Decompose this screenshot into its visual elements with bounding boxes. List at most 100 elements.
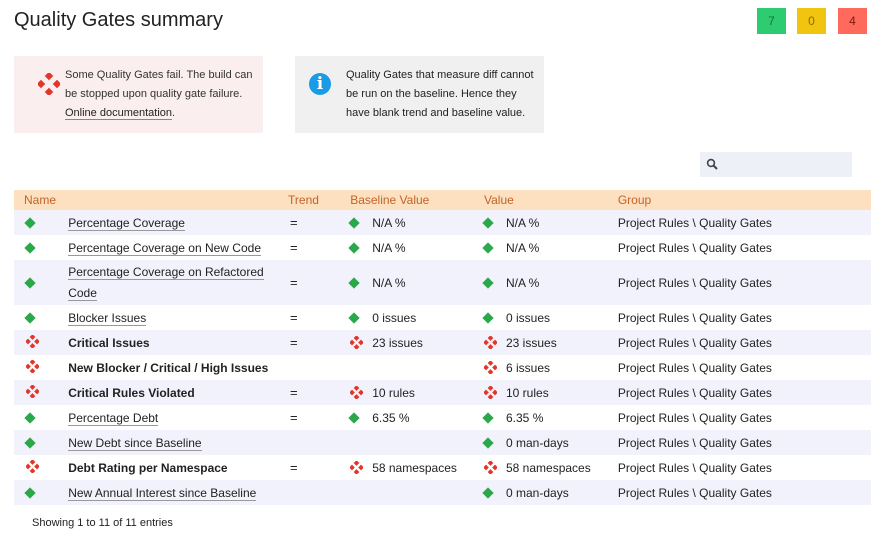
value-cell: 0 man-days [482, 480, 618, 505]
value-cell-text: N/A % [506, 275, 540, 290]
name-cell: Critical Rules Violated [68, 380, 289, 405]
search-input[interactable] [724, 154, 852, 176]
trend-cell: = [290, 460, 298, 475]
pass-diamond-icon [482, 216, 494, 229]
trend-cell: = [288, 380, 351, 405]
status-cell [14, 305, 68, 330]
status-icon-wrap [482, 311, 506, 324]
value-cell: 10 rules [484, 380, 618, 405]
table-row[interactable]: Percentage Coverage = N/A % N/A % Project Ru… [14, 210, 871, 235]
fail-diamond-icon [484, 386, 497, 399]
status-icon-wrap [484, 461, 506, 474]
online-documentation-link[interactable]: Online documentation [65, 107, 173, 120]
table-row[interactable]: Critical Issues = 23 issues 23 issues Projec… [14, 330, 871, 355]
fail-diamond-icon [484, 461, 497, 474]
value-cell-text: 58 namespaces [506, 460, 591, 475]
quality-gate-link[interactable]: Critical Issues [68, 336, 149, 350]
status-icon-wrap [348, 241, 372, 254]
value-cell-text: N/A % [506, 240, 540, 255]
table-row[interactable]: Critical Rules Violated = 10 rules 10 rules… [14, 380, 871, 405]
quality-gate-link[interactable]: Percentage Coverage on New Code [68, 240, 261, 256]
table-row[interactable]: New Blocker / Critical / High Issues 6 is… [14, 355, 871, 380]
quality-gate-link[interactable]: Blocker Issues [68, 310, 147, 326]
name-cell: Debt Rating per Namespace [68, 455, 288, 480]
group-cell: Project Rules \ Quality Gates [617, 260, 871, 305]
table-row[interactable]: Percentage Debt = 6.35 % 6.35 % Project Rule… [14, 405, 871, 430]
value-cell-text: 0 issues [506, 310, 551, 325]
name-cell: Percentage Coverage [68, 210, 289, 235]
baseline-cell-text: N/A % [372, 275, 406, 290]
quality-gate-link[interactable]: Percentage Coverage on Refactored Code [68, 264, 264, 301]
search-icon [706, 157, 718, 175]
trend-cell [288, 480, 351, 505]
value-cell-text: 10 rules [506, 385, 549, 400]
status-cell [14, 455, 68, 480]
trend-cell: = [288, 210, 351, 235]
name-cell: Percentage Coverage on New Code [68, 235, 288, 260]
table-row[interactable]: Blocker Issues = 0 issues 0 issues Project R… [14, 305, 871, 330]
table-row[interactable]: New Annual Interest since Baseline 0 man-… [14, 480, 871, 505]
quality-gate-link[interactable]: Percentage Coverage [68, 215, 185, 231]
trend-cell [288, 355, 350, 380]
fail-alert-text: Some Quality Gates fail. The build can b… [65, 69, 253, 120]
status-icon-wrap [348, 216, 372, 229]
quality-gate-link[interactable]: New Annual Interest since Baseline [68, 485, 257, 501]
table-row[interactable]: Debt Rating per Namespace = 58 namespaces 5… [14, 455, 871, 480]
value-cell: N/A % [482, 210, 618, 235]
quality-gate-link[interactable]: Percentage Debt [68, 410, 159, 426]
status-icon-wrap [348, 411, 372, 424]
quality-gate-link[interactable]: New Debt since Baseline [68, 435, 202, 451]
fail-diamond-icon [350, 336, 364, 349]
quality-gate-link[interactable]: Debt Rating per Namespace [68, 461, 227, 475]
group-cell: Project Rules \ Quality Gates [617, 430, 871, 455]
value-cell-text: N/A % [506, 215, 540, 230]
value-cell: 23 issues [484, 330, 618, 355]
value-cell: 0 man-days [482, 430, 618, 455]
search-box[interactable] [700, 152, 852, 177]
passed-gates-count[interactable]: 7 [757, 8, 786, 34]
baseline-cell-text: 23 issues [372, 335, 423, 350]
table-row[interactable]: Percentage Coverage on Refactored Code = N… [14, 260, 871, 305]
quality-gates-table: Name Trend Baseline Value Value Group Pe… [14, 190, 871, 505]
col-header-group[interactable]: Group [617, 190, 871, 210]
info-icon: i [309, 73, 331, 95]
pass-diamond-icon [24, 276, 36, 289]
trend-cell: = [288, 260, 351, 305]
warning-gates-count[interactable]: 0 [797, 8, 826, 34]
value-cell-text: 0 man-days [506, 485, 569, 500]
quality-gate-link[interactable]: New Blocker / Critical / High Issues [68, 361, 268, 375]
value-cell: 6 issues [484, 355, 618, 380]
pass-diamond-icon [24, 436, 36, 449]
quality-gate-link[interactable]: Critical Rules Violated [68, 386, 195, 400]
failed-gates-count[interactable]: 4 [838, 8, 867, 34]
col-header-baseline[interactable]: Baseline Value [350, 190, 484, 210]
fail-diamond-icon [350, 386, 364, 399]
status-icon-wrap [350, 461, 372, 474]
status-icon-wrap [482, 276, 506, 289]
info-alert: i Quality Gates that measure diff cannot… [295, 56, 544, 133]
col-header-trend[interactable]: Trend [288, 190, 351, 210]
baseline-cell: 58 namespaces [350, 455, 484, 480]
baseline-cell-text: 58 namespaces [372, 460, 457, 475]
trend-cell: = [290, 310, 298, 325]
status-icon-wrap [350, 386, 372, 399]
pass-diamond-icon [24, 216, 36, 229]
fail-alert-message: Some Quality Gates fail. The build can b… [65, 69, 253, 100]
baseline-cell-text: 6.35 % [372, 410, 410, 425]
value-cell: 0 issues [482, 305, 618, 330]
name-cell: New Blocker / Critical / High Issues [68, 355, 288, 380]
col-header-name[interactable]: Name [14, 190, 289, 210]
fail-diamond-icon [26, 384, 39, 398]
col-header-value[interactable]: Value [484, 190, 618, 210]
pass-diamond-icon [24, 311, 36, 324]
group-cell: Project Rules \ Quality Gates [617, 360, 772, 375]
status-icon-wrap [482, 216, 506, 229]
status-cell [14, 330, 69, 355]
status-icon-wrap [482, 241, 506, 254]
fail-diamond-icon [26, 459, 39, 473]
value-cell-text: 6.35 % [506, 410, 544, 425]
table-row[interactable]: New Debt since Baseline 0 man-days Project… [14, 430, 871, 455]
status-cell [14, 380, 69, 405]
status-icon-wrap [484, 386, 506, 399]
table-row[interactable]: Percentage Coverage on New Code = N/A % N/A… [14, 235, 871, 260]
